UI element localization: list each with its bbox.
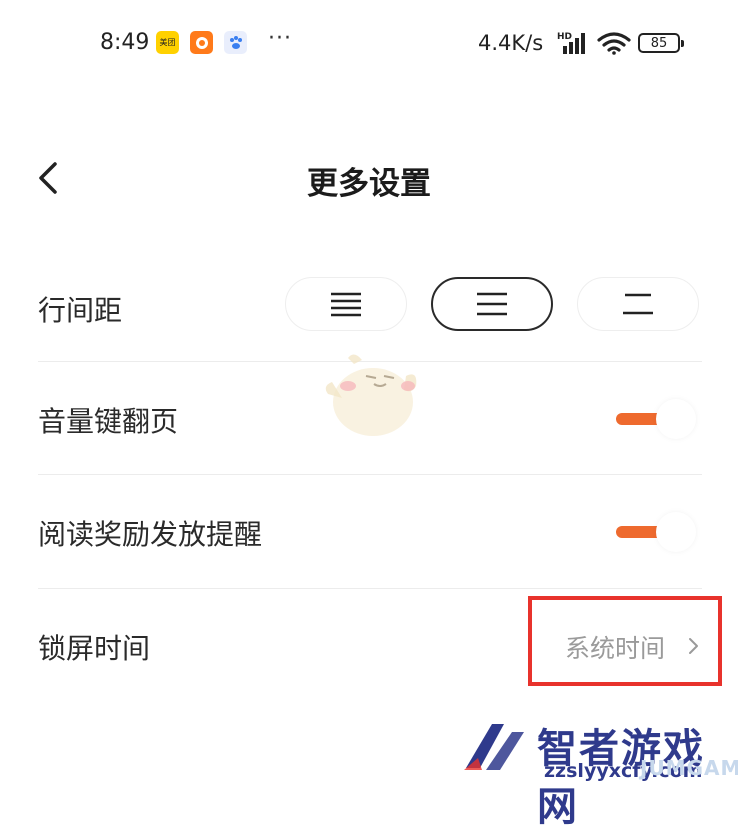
mascot-sticker-icon bbox=[325, 354, 417, 436]
line-spacing-label: 行间距 bbox=[38, 294, 123, 327]
line-spacing-wide-button[interactable] bbox=[577, 277, 699, 331]
more-notifications-icon: ··· bbox=[268, 26, 292, 51]
volume-key-label: 音量键翻页 bbox=[38, 405, 179, 438]
uc-browser-icon bbox=[190, 31, 213, 54]
reward-reminder-row: 阅读奖励发放提醒 bbox=[0, 475, 738, 587]
meituan-icon: 美团 bbox=[156, 31, 179, 54]
toggle-knob bbox=[656, 512, 696, 552]
reward-reminder-label: 阅读奖励发放提醒 bbox=[38, 518, 263, 551]
signal-icon: HD bbox=[557, 32, 585, 54]
signal-badge: HD bbox=[557, 32, 572, 42]
line-spacing-compact-button[interactable] bbox=[285, 277, 407, 331]
reward-reminder-toggle[interactable] bbox=[610, 510, 696, 554]
status-time: 8:49 bbox=[100, 30, 150, 55]
baidu-paw-icon bbox=[224, 31, 247, 54]
watermark-game: JUMGAME bbox=[640, 756, 738, 780]
volume-key-toggle[interactable] bbox=[610, 397, 696, 441]
status-bar: 8:49 美团 ··· 4.4K/s HD 85 bbox=[0, 0, 738, 90]
line-spacing-medium-button[interactable] bbox=[431, 277, 553, 331]
compact-lines-icon bbox=[331, 292, 361, 317]
wifi-icon bbox=[597, 32, 631, 55]
battery-icon: 85 bbox=[638, 33, 684, 53]
watermark-logo-icon bbox=[464, 724, 524, 770]
wide-lines-icon bbox=[623, 293, 653, 315]
meituan-label: 美团 bbox=[159, 38, 176, 47]
toggle-knob bbox=[656, 399, 696, 439]
battery-level: 85 bbox=[650, 35, 668, 51]
medium-lines-icon bbox=[477, 292, 507, 316]
page-title: 更多设置 bbox=[307, 166, 431, 202]
highlight-box bbox=[528, 596, 722, 686]
network-speed: 4.4K/s bbox=[478, 31, 544, 55]
lock-screen-label: 锁屏时间 bbox=[38, 632, 151, 665]
